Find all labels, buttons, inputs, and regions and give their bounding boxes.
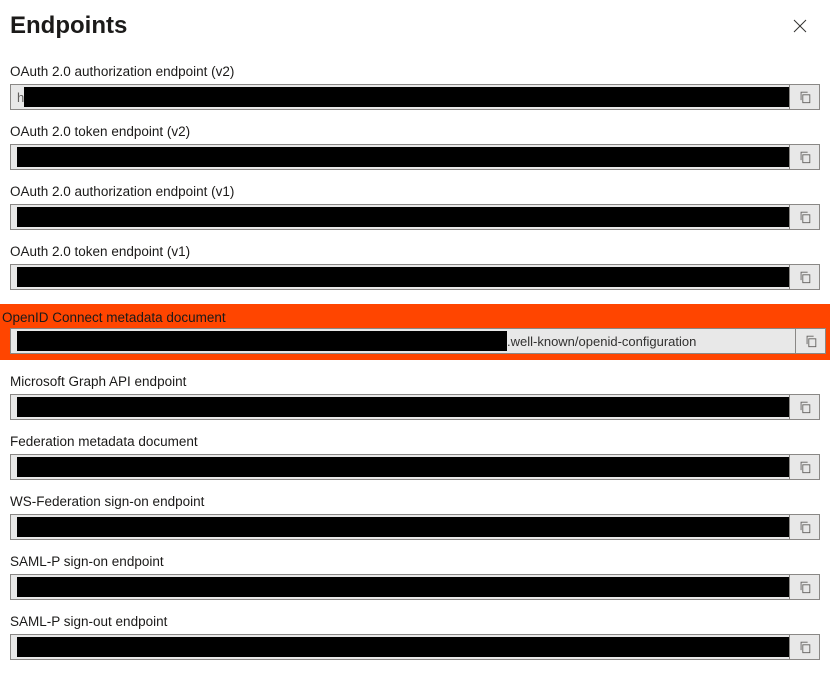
copy-icon [798,640,812,654]
endpoint-label: OAuth 2.0 token endpoint (v2) [10,124,820,139]
endpoint-label: OAuth 2.0 authorization endpoint (v1) [10,184,820,199]
endpoint-row [10,144,820,170]
endpoint-label: OAuth 2.0 authorization endpoint (v2) [10,64,820,79]
copy-button[interactable] [790,634,820,660]
endpoint-input[interactable] [10,634,790,660]
copy-button[interactable] [790,454,820,480]
copy-icon [798,90,812,104]
endpoint-input[interactable] [10,454,790,480]
copy-icon [798,460,812,474]
redaction-block [24,87,790,107]
endpoint-group: WS-Federation sign-on endpoint [10,494,820,540]
copy-button[interactable] [790,144,820,170]
endpoint-row [10,204,820,230]
redaction-block [17,457,790,477]
endpoint-input[interactable]: h [10,84,790,110]
copy-icon [798,210,812,224]
redaction-block [17,517,790,537]
redaction-block [17,577,790,597]
redaction-block [17,637,790,657]
endpoint-input[interactable]: .well-known/openid-configuration [10,328,796,354]
endpoint-input[interactable] [10,574,790,600]
endpoint-row [10,264,820,290]
endpoint-label: SAML-P sign-out endpoint [10,614,820,629]
endpoint-label: OpenID Connect metadata document [0,310,826,325]
copy-button[interactable] [790,264,820,290]
endpoint-visible-text: .well-known/openid-configuration [507,334,696,349]
redaction-block [17,207,790,227]
endpoint-group: SAML-P sign-out endpoint [10,614,820,660]
endpoint-label: Federation metadata document [10,434,820,449]
copy-icon [798,580,812,594]
highlighted-endpoint: OpenID Connect metadata document .well-kn… [0,304,830,360]
endpoint-label: WS-Federation sign-on endpoint [10,494,820,509]
endpoint-group: OAuth 2.0 token endpoint (v2) [10,124,820,170]
copy-icon [798,270,812,284]
copy-button[interactable] [790,574,820,600]
endpoint-row [10,634,820,660]
endpoint-input[interactable] [10,394,790,420]
redaction-block [17,397,790,417]
copy-icon [798,520,812,534]
page-title: Endpoints [10,12,127,40]
endpoint-label: OAuth 2.0 token endpoint (v1) [10,244,820,259]
endpoint-input[interactable] [10,514,790,540]
close-button[interactable] [786,12,814,40]
endpoint-group: SAML-P sign-on endpoint [10,554,820,600]
endpoint-prefix: h [17,90,24,105]
copy-button[interactable] [790,514,820,540]
copy-icon [804,334,818,348]
endpoint-label: Microsoft Graph API endpoint [10,374,820,389]
copy-button[interactable] [796,328,826,354]
endpoint-row [10,394,820,420]
endpoint-group: OAuth 2.0 token endpoint (v1) [10,244,820,290]
close-icon [793,19,807,33]
copy-icon [798,400,812,414]
redaction-block [17,267,790,287]
copy-icon [798,150,812,164]
redaction-block [17,147,790,167]
endpoint-row: .well-known/openid-configuration [0,328,826,354]
endpoint-row [10,514,820,540]
endpoints-content: OAuth 2.0 authorization endpoint (v2) h O… [0,44,830,684]
endpoint-row [10,574,820,600]
redaction-block [17,331,507,351]
header: Endpoints [0,0,830,44]
endpoint-group: OAuth 2.0 authorization endpoint (v2) h [10,64,820,110]
endpoint-group: Federation metadata document [10,434,820,480]
endpoint-input[interactable] [10,204,790,230]
endpoint-row: h [10,84,820,110]
endpoint-row [10,454,820,480]
endpoint-label: SAML-P sign-on endpoint [10,554,820,569]
endpoint-group: Microsoft Graph API endpoint [10,374,820,420]
copy-button[interactable] [790,84,820,110]
endpoint-input[interactable] [10,264,790,290]
endpoint-group: OAuth 2.0 authorization endpoint (v1) [10,184,820,230]
copy-button[interactable] [790,394,820,420]
copy-button[interactable] [790,204,820,230]
endpoint-input[interactable] [10,144,790,170]
